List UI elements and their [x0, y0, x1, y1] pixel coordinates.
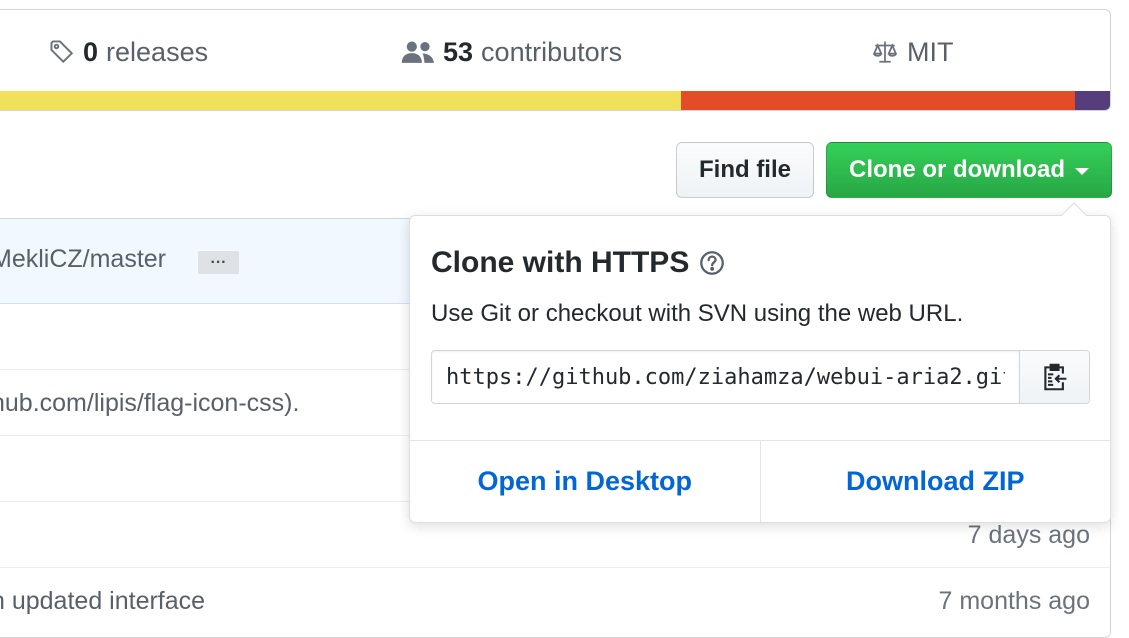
license-link[interactable]: MIT [871, 34, 954, 70]
popover-arrow [1061, 202, 1087, 228]
clone-popover-footer: Open in Desktop Download ZIP [410, 440, 1110, 522]
contributors-count: 53 [443, 36, 474, 67]
tag-icon [49, 39, 75, 65]
clone-title-text: Clone with HTTPS [431, 246, 690, 279]
releases-count: 0 [83, 36, 99, 67]
language-bar-segment[interactable] [0, 91, 682, 110]
table-row-age: 7 days ago [967, 521, 1090, 549]
license-label: MIT [907, 36, 954, 67]
copy-url-button[interactable] [1019, 351, 1089, 403]
clone-url-group [431, 350, 1090, 404]
table-row-age: 7 months ago [938, 587, 1091, 615]
contributors-label: contributors [481, 36, 623, 67]
clone-or-download-label: Clone or download [849, 156, 1065, 183]
commit-message[interactable]: MekliCZ/master [0, 245, 166, 274]
clone-description: Use Git or checkout with SVN using the w… [431, 300, 964, 327]
table-row-text[interactable]: hub.com/lipis/flag-icon-css). [0, 389, 299, 418]
contributors-link[interactable]: 53 contributors [401, 34, 622, 70]
clone-popover: Clone with HTTPS Use Git or checkout wit… [409, 202, 1111, 523]
language-bar[interactable] [0, 91, 1110, 110]
releases-link[interactable]: 0 releases [49, 34, 208, 70]
table-row-text[interactable]: h updated interface [0, 587, 205, 616]
releases-label: releases [106, 36, 209, 67]
clone-url-input[interactable] [432, 351, 1019, 403]
repo-summary: 0 releases 53 contributors MIT [0, 9, 1111, 111]
law-icon [871, 39, 899, 65]
language-bar-segment[interactable] [681, 91, 1076, 110]
row-divider [0, 567, 1110, 568]
find-file-label: Find file [699, 156, 791, 183]
clone-or-download-button[interactable]: Clone or download [826, 142, 1112, 198]
clipboard-icon [1042, 363, 1068, 391]
find-file-button[interactable]: Find file [676, 142, 814, 198]
people-icon [401, 39, 435, 65]
popover-title: Clone with HTTPS [431, 246, 725, 280]
commit-expand-button[interactable]: ··· [198, 251, 239, 274]
caret-down-icon [1075, 168, 1089, 175]
language-bar-segment[interactable] [1075, 91, 1110, 110]
question-icon[interactable] [699, 250, 725, 276]
open-in-desktop-link[interactable]: Open in Desktop [410, 441, 760, 522]
download-zip-link[interactable]: Download ZIP [759, 441, 1111, 522]
